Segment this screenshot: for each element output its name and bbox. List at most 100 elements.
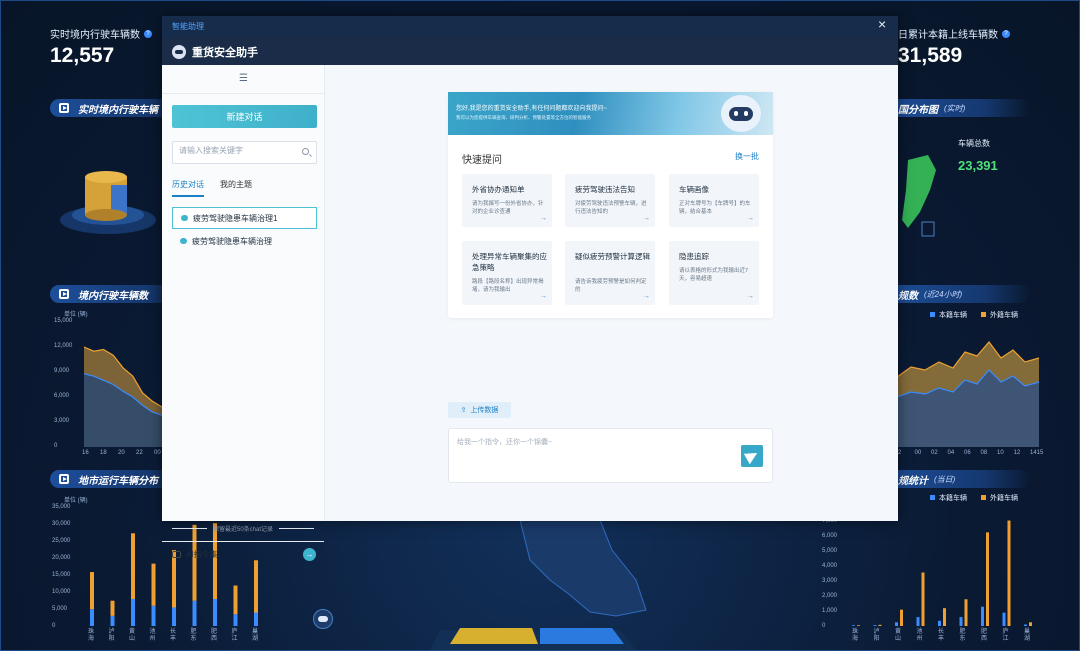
axis-tick-label: 1,000 (822, 608, 838, 614)
bar-local (959, 617, 963, 626)
quick-card[interactable]: 疲劳驾驶违法告知 对疲劳驾驶违法预警车辆，进行违法告知的 → (565, 174, 655, 227)
quick-card[interactable]: 车辆画像 正对车牌号为【车牌号】的车辆，结合基本 → (669, 174, 759, 227)
assistant-float-button[interactable] (313, 609, 333, 629)
welcome-banner: 您好,我是您的重货安全助手,有任何问题都欢迎向我提问~ 我可以为您提供车辆查询、… (448, 92, 773, 135)
bar-local (131, 599, 135, 626)
chat-input[interactable] (457, 437, 727, 473)
bar-local (852, 625, 855, 626)
quick-question-title: 快速提问 (462, 155, 502, 166)
legend-local: 本籍车辆 (930, 493, 967, 503)
bar-local (916, 617, 920, 626)
welcome-panel: 您好,我是您的重货安全助手,有任何问题都欢迎向我提问~ 我可以为您提供车辆查询、… (448, 92, 773, 318)
help-icon[interactable]: ? (144, 29, 152, 38)
upload-data-button[interactable]: ⇪ 上传数据 (448, 402, 511, 418)
quick-card[interactable]: 隐患追踪 请以表格的形式为我输出近7天，容易超速 → (669, 241, 759, 305)
bar-local (151, 605, 156, 626)
arrow-right-icon: → (643, 215, 650, 222)
history-item[interactable]: 疲劳驾驶隐患车辆治理1 (172, 207, 317, 229)
axis-tick-label: 长丰 (938, 629, 945, 642)
switch-batch-button[interactable]: 换一批 (735, 151, 759, 162)
axis-tick-label: 10 (997, 450, 1004, 456)
section-title: 境内行驶车辆数 (78, 290, 148, 302)
axis-tick-label: 08 (980, 450, 988, 456)
section-stats: 规统计 (当日) (880, 470, 1030, 488)
bar-local (981, 606, 984, 626)
axis-tick-label: 肥西 (981, 629, 988, 642)
axis-tick-label: 02 (931, 450, 938, 456)
tab-history[interactable]: 历史对话 (172, 179, 204, 197)
bar-foreign (900, 609, 903, 626)
card-title: 处理异常车辆聚集的应急策略 (472, 252, 547, 272)
province-map-graphic (430, 519, 647, 650)
section-subtitle: (实时) (944, 103, 966, 113)
tab-topics[interactable]: 我的主题 (220, 179, 252, 197)
card-title: 外省协办通知单 (472, 185, 525, 194)
play-icon (59, 103, 69, 113)
card-desc: 对疲劳驾驶违法预警车辆，进行违法告知的 (575, 201, 647, 215)
chat-sidebar: ☰ 新建对话 历史对话 我的主题 疲劳驾驶隐患车辆治理1 疲劳驾驶隐患车辆治理 … (162, 65, 325, 561)
axis-tick-label: 15,000 (54, 318, 73, 324)
history-item[interactable]: 疲劳驾驶隐患车辆治理 (172, 230, 317, 252)
modal-header: 重货安全助手 (162, 38, 898, 65)
quick-card[interactable]: 疑似疲劳预警计算逻辑 请告诉我疲劳预警是如何判定的 → (565, 241, 655, 305)
legend-foreign: 外籍车辆 (981, 493, 1018, 503)
axis-tick-label: 肥西 (211, 629, 218, 642)
assistant-modal: 智能助理 × 重货安全助手 ☰ 新建对话 历史对话 我的主题 疲劳驾驶隐患车辆治… (162, 16, 898, 561)
send-icon[interactable] (741, 445, 763, 467)
section-title: 实时境内行驶车辆 (78, 104, 158, 116)
card-desc: 请告诉我疲劳预警是如何判定的 (575, 279, 647, 293)
section-subtitle: (当日) (934, 474, 956, 484)
bar-local (938, 620, 941, 626)
close-icon[interactable]: × (878, 16, 886, 32)
bar-foreign (110, 600, 115, 616)
axis-tick-label: 珠海 (852, 629, 859, 642)
axis-tick-label: 5,000 (52, 606, 68, 612)
quick-card[interactable]: 外省协办通知单 请为我撰写一份外省协办，针对的企业诊查通 → (462, 174, 552, 227)
menu-icon[interactable]: ☰ (239, 73, 248, 84)
axis-tick-label: 2 (898, 450, 902, 456)
axis-tick-label: 15,000 (52, 572, 71, 578)
axis-tick-label: 5,000 (822, 548, 838, 554)
axis-tick-label: 30,000 (52, 521, 71, 527)
bar-foreign (192, 524, 197, 601)
bar-local (895, 622, 898, 626)
card-desc: 路段【路段名称】出现异常揭堵，请为我输出 (472, 279, 544, 293)
bar-local (254, 612, 258, 626)
right-bar-chart (852, 520, 1032, 626)
axis-tick-label: 20,000 (52, 555, 71, 561)
search-icon[interactable] (302, 148, 309, 155)
chat-input-box (448, 428, 773, 483)
bar-local (172, 607, 176, 626)
axis-tick-label: 池州 (916, 629, 923, 642)
axis-tick-label: 0 (54, 443, 58, 449)
help-icon[interactable]: ? (1002, 29, 1010, 38)
bar-foreign (1007, 520, 1011, 626)
chat-bubble-icon (181, 215, 188, 221)
unit-label: 单位 (辆) (64, 312, 88, 318)
axis-tick-label: 庐江 (1002, 629, 1009, 642)
stat-value: 31,589 (898, 44, 963, 67)
search-input[interactable] (179, 146, 297, 155)
bar-local (233, 614, 238, 626)
axis-tick-label: 珠海 (88, 629, 95, 642)
stat-daily-online-vehicles: 日累计本籍上线车辆数? 31,589 (898, 26, 1010, 68)
robot-icon (172, 44, 186, 59)
banner-greeting: 您好,我是您的重货安全助手,有任何问题都欢迎向我提问~ (456, 106, 607, 112)
section-title: 地市运行车辆分布 (78, 475, 158, 487)
quick-card[interactable]: 处理异常车辆聚集的应急策略 路段【路段名称】出现异常揭堵，请为我输出 → (462, 241, 552, 305)
bar-foreign (90, 572, 94, 610)
history-keep-note: 保留最近50条chat记录 (172, 524, 314, 533)
banner-subtext: 我可以为您提供车辆查询、研判分析、预警处置等全方位的智能服务 (456, 115, 591, 120)
card-title: 隐患追踪 (679, 252, 709, 261)
bar-foreign (878, 624, 882, 626)
axis-tick-label: 25,000 (52, 538, 71, 544)
axis-tick-label: 4,000 (822, 563, 838, 569)
bar-local (873, 625, 877, 626)
axis-tick-label: 巢湖 (1024, 629, 1031, 642)
robot-icon (721, 95, 761, 132)
new-chat-button[interactable]: 新建对话 (172, 105, 317, 128)
arrow-right-icon[interactable]: → (303, 548, 316, 561)
ai-command-set[interactable]: AI指令集 (172, 549, 218, 560)
axis-tick-label: 3,000 (54, 418, 70, 424)
car-icon (172, 551, 181, 558)
